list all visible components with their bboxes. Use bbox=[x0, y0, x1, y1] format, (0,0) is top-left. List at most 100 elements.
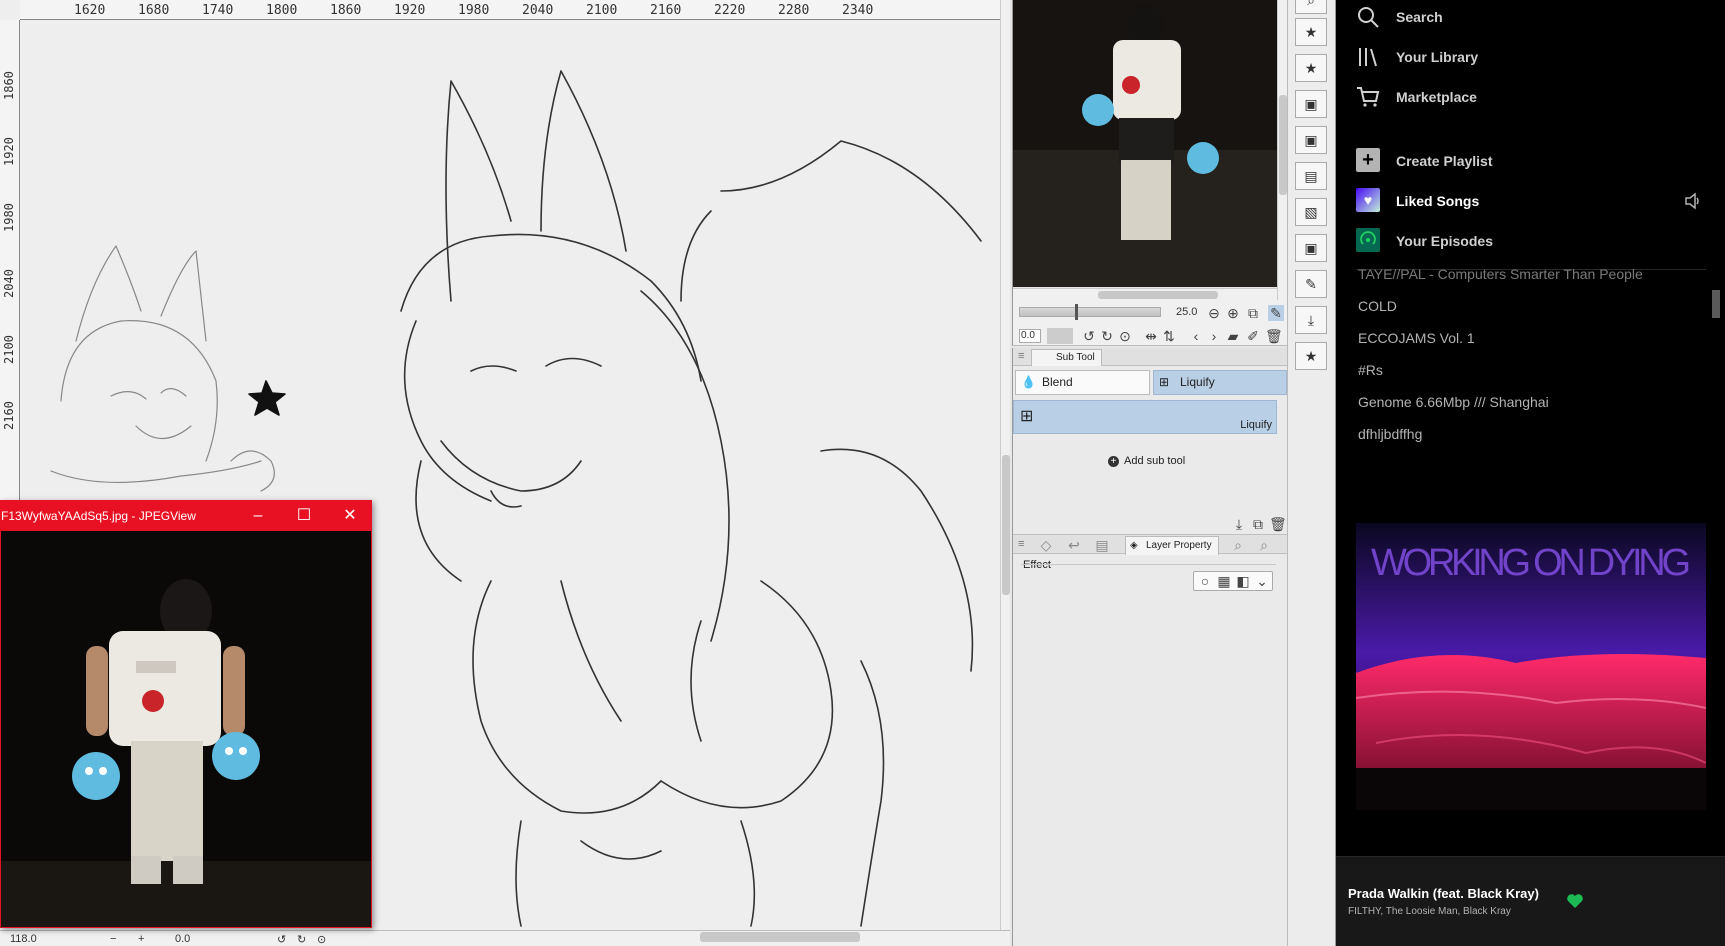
playlist-scroll-thumb[interactable] bbox=[1712, 290, 1720, 318]
history-tab-icon[interactable]: ↩ bbox=[1066, 537, 1082, 553]
rotate-left-icon[interactable]: ↺ bbox=[1081, 328, 1097, 344]
ruler-tick: 2220 bbox=[714, 3, 746, 18]
pattern-material-icon[interactable]: ▧ bbox=[1295, 198, 1327, 226]
trash-icon[interactable]: 🗑 bbox=[1269, 516, 1287, 532]
maximize-button[interactable]: ☐ bbox=[281, 501, 327, 531]
horizontal-ruler: 1620 1680 1740 1800 1860 1920 1980 2040 … bbox=[20, 0, 1000, 20]
folder-icon[interactable]: ▰ bbox=[1225, 328, 1241, 344]
reset-rotation-icon[interactable]: ⊙ bbox=[1117, 328, 1133, 344]
liked-heart-icon[interactable] bbox=[1566, 893, 1584, 909]
library-icon bbox=[1359, 48, 1377, 67]
effect-selector[interactable]: ○ ▦ ◧ ⌄ bbox=[1193, 571, 1273, 591]
rotate-left-icon[interactable]: ↺ bbox=[277, 933, 286, 946]
rotation-slider-icon[interactable] bbox=[1047, 328, 1073, 344]
flip-vertical-icon[interactable]: ⇅ bbox=[1161, 328, 1177, 344]
heart-icon: ♥ bbox=[1356, 188, 1380, 212]
edit-material-icon[interactable]: ✎ bbox=[1295, 270, 1327, 298]
canvas-horizontal-scroll-thumb[interactable] bbox=[700, 932, 860, 942]
download-icon[interactable]: ⤓ bbox=[1231, 516, 1247, 532]
album-art[interactable]: WORKING ON DYING bbox=[1356, 523, 1706, 810]
nav-library-label: Your Library bbox=[1396, 49, 1479, 65]
tab-layer-property[interactable]: ◈ Layer Property bbox=[1125, 536, 1219, 555]
navigator-zoom-value[interactable]: 25.0 bbox=[1176, 306, 1197, 318]
zoom-in-icon[interactable]: + bbox=[138, 933, 144, 945]
star-material-icon[interactable]: ★ bbox=[1295, 54, 1327, 82]
navigator-horizontal-scrollbar[interactable] bbox=[1013, 288, 1278, 300]
add-subtool-button[interactable]: Add sub tool bbox=[1108, 455, 1185, 467]
rotate-right-icon[interactable]: ↻ bbox=[1099, 328, 1115, 344]
reset-rotation-icon[interactable]: ⊙ bbox=[317, 933, 326, 946]
panel-menu-icon[interactable]: ≡ bbox=[1018, 538, 1024, 550]
podcast-icon bbox=[1356, 228, 1380, 252]
panel-menu-icon[interactable]: ≡ bbox=[1018, 350, 1024, 362]
zoom-out-icon[interactable]: − bbox=[110, 933, 116, 945]
grid-warp-icon: ⊞ bbox=[1020, 408, 1034, 425]
star-material-icon[interactable]: ★ bbox=[1295, 342, 1327, 370]
fit-view-icon[interactable]: ⧉ bbox=[1245, 305, 1261, 321]
rotate-right-icon[interactable]: ↻ bbox=[297, 933, 306, 946]
liquify-tool-button[interactable]: ⊞ Liquify bbox=[1153, 370, 1287, 395]
zoom-readout[interactable]: 118.0 bbox=[10, 933, 37, 945]
liked-songs-button[interactable]: ♥ Liked Songs bbox=[1336, 188, 1725, 214]
playlist-item[interactable]: TAYE//PAL - Computers Smarter Than Peopl… bbox=[1358, 266, 1643, 282]
blend-tool-button[interactable]: 💧 Blend bbox=[1015, 370, 1150, 395]
playlist-item[interactable]: ECCOJAMS Vol. 1 bbox=[1358, 330, 1475, 346]
image-material-icon[interactable]: ▣ bbox=[1295, 126, 1327, 154]
star-material-icon[interactable]: ★ bbox=[1295, 18, 1327, 46]
flip-horizontal-icon[interactable]: ⇹ bbox=[1143, 328, 1159, 344]
search-icon[interactable]: ⌕ bbox=[1256, 537, 1272, 553]
image-material-icon[interactable]: ▣ bbox=[1295, 90, 1327, 118]
jpegview-window[interactable]: F13WyfwaYAAdSq5.jpg - JPEGView – ☐ ✕ bbox=[0, 500, 372, 928]
track-artists[interactable]: FILTHY, The Loosie Man, Black Kray bbox=[1348, 906, 1511, 917]
navigator-preview[interactable] bbox=[1013, 0, 1278, 287]
zoom-in-icon[interactable]: ⊕ bbox=[1225, 305, 1241, 321]
next-icon[interactable]: › bbox=[1206, 328, 1222, 344]
playlist-item[interactable]: COLD bbox=[1358, 298, 1397, 314]
rotation-readout[interactable]: 0.0 bbox=[175, 933, 190, 945]
subtool-list-item[interactable]: ⊞ Liquify bbox=[1013, 400, 1277, 434]
navigator-rotation-value[interactable]: 0.0 bbox=[1019, 329, 1041, 343]
scroll-thumb[interactable] bbox=[1098, 291, 1218, 299]
blend-label: Blend bbox=[1042, 375, 1073, 389]
window-titlebar[interactable]: F13WyfwaYAAdSq5.jpg - JPEGView – ☐ ✕ bbox=[1, 501, 371, 531]
ruler-tick: 1920 bbox=[394, 3, 426, 18]
playlist-item[interactable]: dfhljbdffhg bbox=[1358, 426, 1422, 442]
droplet-icon: 💧 bbox=[1021, 375, 1036, 389]
tool-property-tab-icon[interactable]: ◇ bbox=[1038, 537, 1054, 553]
tab-subtool[interactable]: Sub Tool bbox=[1031, 349, 1102, 366]
now-playing-bar: Prada Walkin (feat. Black Kray) FILTHY, … bbox=[1336, 856, 1725, 946]
scroll-thumb[interactable] bbox=[1279, 95, 1287, 195]
zoom-out-icon[interactable]: ⊖ bbox=[1206, 305, 1222, 321]
search-icon[interactable]: ⌕ bbox=[1295, 0, 1327, 14]
minimize-button[interactable]: – bbox=[235, 501, 281, 531]
playlist-item[interactable]: #Rs bbox=[1358, 362, 1383, 378]
canvas-vertical-scrollbar[interactable] bbox=[1000, 0, 1010, 930]
copy-icon[interactable]: ⧉ bbox=[1250, 516, 1266, 532]
grid-warp-icon: ⊞ bbox=[1159, 375, 1170, 389]
ruler-tick: 1860 bbox=[2, 71, 16, 100]
nav-search-label: Search bbox=[1396, 9, 1443, 25]
download-material-icon[interactable]: ⤓ bbox=[1295, 306, 1327, 334]
close-button[interactable]: ✕ bbox=[327, 501, 373, 531]
layer-tab-icon[interactable]: ▤ bbox=[1094, 537, 1110, 553]
trash-icon[interactable]: 🗑 bbox=[1265, 328, 1283, 344]
edit-icon[interactable]: ✐ bbox=[1245, 328, 1261, 344]
eyedropper-icon[interactable]: ✎ bbox=[1268, 305, 1284, 321]
image-material-icon[interactable]: ▣ bbox=[1295, 234, 1327, 262]
navigator-vertical-scrollbar[interactable] bbox=[1277, 0, 1287, 300]
scroll-thumb[interactable] bbox=[1002, 455, 1010, 595]
ruler-tick: 1980 bbox=[458, 3, 490, 18]
previous-icon[interactable]: ‹ bbox=[1188, 328, 1204, 344]
track-title[interactable]: Prada Walkin (feat. Black Kray) bbox=[1348, 886, 1539, 901]
layer-property-label: Layer Property bbox=[1146, 540, 1212, 551]
playlist-item[interactable]: Genome 6.66Mbp /// Shanghai bbox=[1358, 394, 1549, 410]
slider-knob[interactable] bbox=[1075, 304, 1078, 320]
layer-search-tab-icon[interactable]: ⌕ bbox=[1230, 537, 1246, 553]
navigator-panel[interactable] bbox=[1012, 0, 1278, 300]
your-episodes-label: Your Episodes bbox=[1396, 233, 1493, 249]
ruler-tick: 2160 bbox=[650, 3, 682, 18]
layer-property-panel: ≡ ◇ ↩ ▤ ◈ Layer Property ⌕ ⌕ Effect ○ ▦ … bbox=[1012, 534, 1288, 946]
texture-material-icon[interactable]: ▤ bbox=[1295, 162, 1327, 190]
zoom-slider[interactable] bbox=[1019, 304, 1161, 320]
divider bbox=[1021, 564, 1276, 565]
